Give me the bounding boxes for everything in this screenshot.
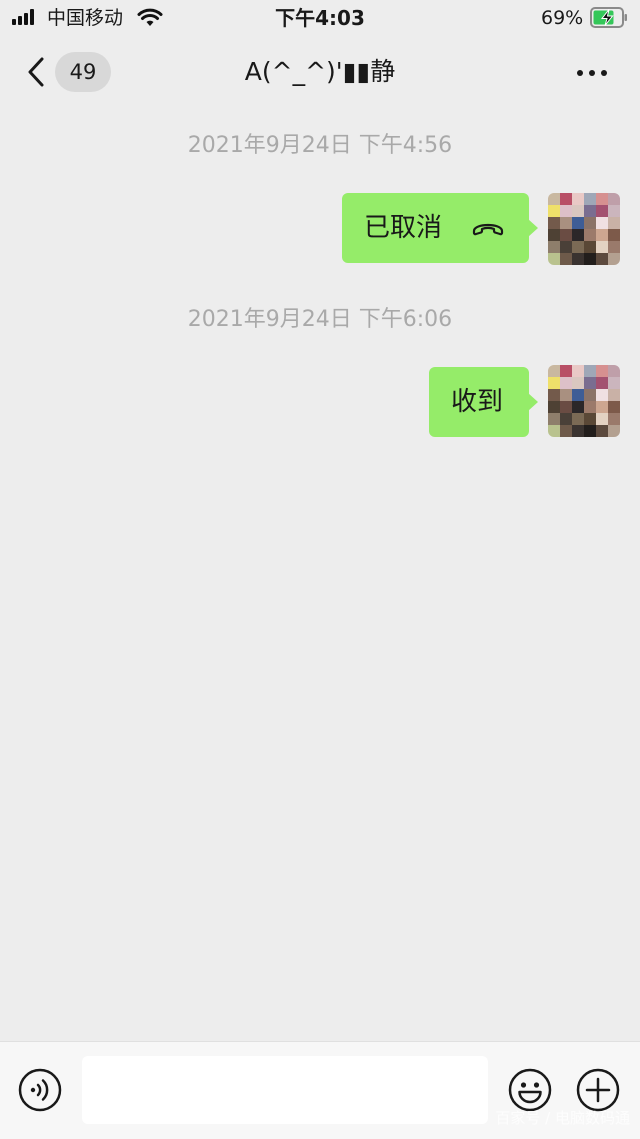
- avatar[interactable]: [548, 365, 620, 437]
- battery-charging-icon: [590, 7, 627, 28]
- call-cancelled-bubble[interactable]: 已取消: [342, 193, 538, 263]
- message-timestamp: 2021年9月24日 下午4:56: [187, 133, 453, 158]
- message-text: 收到: [451, 387, 504, 417]
- text-message-bubble[interactable]: 收到: [429, 367, 538, 437]
- battery-percent: 69%: [541, 7, 584, 29]
- watermark-text: 百家号 / 电脑数码通: [495, 1109, 630, 1127]
- message-input[interactable]: [82, 1056, 488, 1124]
- status-bar: 中国移动 下午4:03 69%: [0, 0, 640, 36]
- plus-icon[interactable]: [576, 1068, 620, 1112]
- avatar[interactable]: [548, 193, 620, 265]
- chat-title: A(^_^)'▮▮静: [244, 57, 396, 86]
- more-icon[interactable]: [574, 62, 610, 82]
- emoji-icon[interactable]: [508, 1068, 552, 1112]
- message-timestamp: 2021年9月24日 下午6:06: [187, 307, 453, 332]
- voice-icon[interactable]: [18, 1068, 62, 1112]
- message-text: 已取消: [364, 213, 443, 243]
- hangup-icon: [472, 223, 504, 236]
- back-button[interactable]: 49: [22, 52, 114, 92]
- unread-count-badge: 49: [55, 52, 111, 92]
- back-chevron-icon: [28, 57, 44, 87]
- chat-header: 49 A(^_^)'▮▮静: [0, 36, 640, 108]
